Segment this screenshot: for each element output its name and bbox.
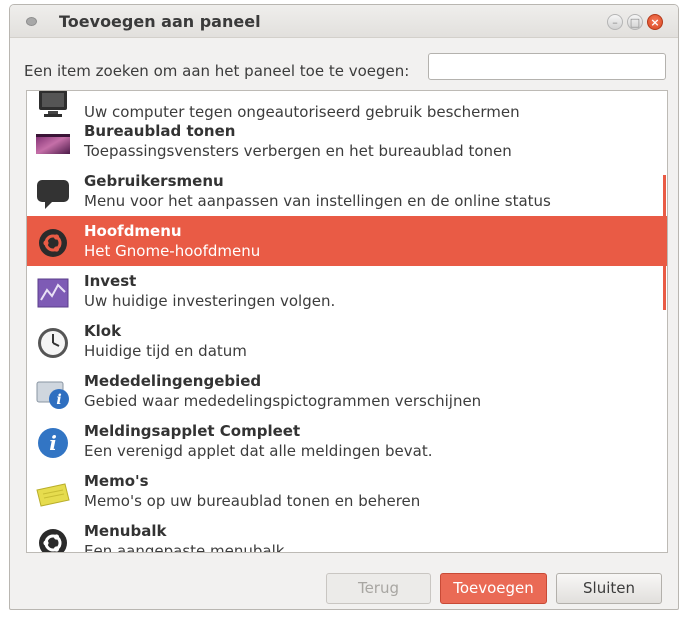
list-item[interactable]: Invest Uw huidige investeringen volgen. [27,266,667,316]
item-description: Een verenigd applet dat alle meldingen b… [84,442,433,460]
back-button[interactable]: Terug [326,573,431,604]
item-name: Meldingsapplet Compleet [84,422,301,440]
item-description: Huidige tijd en datum [84,342,247,360]
list-item[interactable]: Gebruikersmenu Menu voor het aanpassen v… [27,166,667,216]
list-item[interactable]: Menubalk Een aangepaste menubalk [27,516,667,553]
search-label: Een item zoeken om aan het paneel toe te… [24,62,410,80]
close-icon[interactable]: × [647,14,663,30]
ubuntu-logo-icon [39,529,67,552]
item-description: Menu voor het aanpassen van instellingen… [84,192,551,210]
item-description: Gebied waar mededelingspictogrammen vers… [84,392,482,410]
item-name: Bureaublad tonen [84,122,236,140]
item-description: Het Gnome-hoofdmenu [84,242,261,260]
list-item-selected[interactable]: Hoofdmenu Het Gnome-hoofdmenu [27,216,667,266]
item-name: Hoofdmenu [84,222,182,240]
minimize-icon[interactable]: – [607,14,623,30]
list-item[interactable]: Memo's Memo's op uw bureaublad tonen en … [27,466,667,516]
window-menu-icon[interactable] [26,17,37,26]
add-button[interactable]: Toevoegen [440,573,547,604]
window-title: Toevoegen aan paneel [59,12,261,31]
applet-list[interactable]: Uw computer tegen ongeautoriseerd gebrui… [26,90,668,553]
item-name: Mededelingengebied [84,372,262,390]
svg-text:i: i [56,392,61,408]
add-to-panel-dialog: Toevoegen aan paneel – □ × Een item zoek… [9,4,679,610]
list-item[interactable]: Klok Huidige tijd en datum [27,316,667,366]
item-name: Klok [84,322,122,340]
list-item[interactable]: Bureaublad tonen Toepassingsvensters ver… [27,116,667,166]
clock-icon [38,328,68,358]
info-icon: i [38,428,68,458]
item-description: Toepassingsvensters verbergen en het bur… [84,142,512,160]
item-name: Menubalk [84,522,167,540]
list-item[interactable]: i Meldingsapplet Compleet Een verenigd a… [27,416,667,466]
chart-icon [37,278,69,308]
sticky-note-icon [36,483,70,507]
item-description: Uw huidige investeringen volgen. [84,292,336,310]
desktop-icon [36,134,70,154]
title-bar[interactable]: Toevoegen aan paneel – □ × [10,5,678,38]
close-button[interactable]: Sluiten [556,573,662,604]
item-description: Een aangepaste menubalk [84,542,285,553]
item-name: Gebruikersmenu [84,172,224,190]
speech-bubble-icon [37,180,69,209]
scrollbar-indicator[interactable] [663,175,666,310]
list-item[interactable]: i Mededelingengebied Gebied waar mededel… [27,366,667,416]
item-name: Memo's [84,472,149,490]
ubuntu-logo-icon [39,229,67,257]
item-description: Memo's op uw bureaublad tonen en beheren [84,492,421,510]
search-input[interactable] [428,53,666,80]
svg-text:i: i [49,431,57,455]
maximize-icon[interactable]: □ [627,14,643,30]
item-name: Invest [84,272,137,290]
info-monitor-icon: i [36,381,69,409]
